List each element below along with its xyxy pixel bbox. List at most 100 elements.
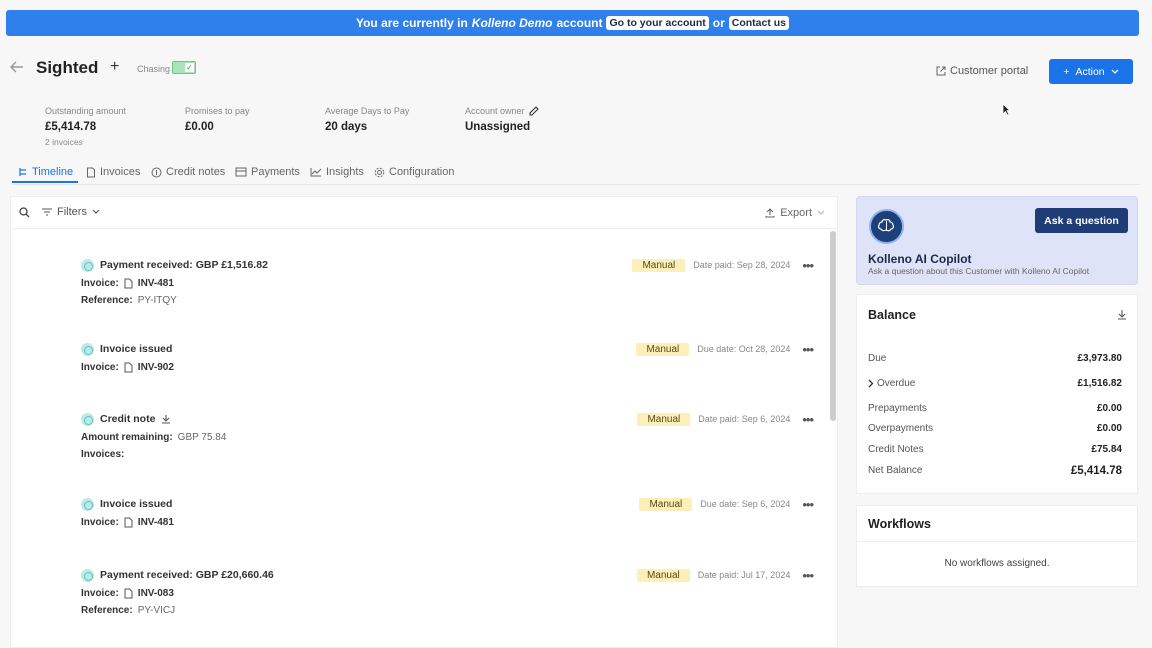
timeline-event: Credit note Manual Date paid: Sep 6, 202… (81, 411, 814, 461)
export-button[interactable]: Export (765, 207, 825, 219)
invoice-link[interactable]: INV-481 (138, 517, 174, 528)
tab-configuration[interactable]: Configuration (374, 162, 454, 182)
customer-portal-label: Customer portal (950, 65, 1029, 77)
event-row: Invoice: INV-902 (81, 361, 813, 374)
ask-question-button[interactable]: Ask a question (1035, 208, 1128, 233)
owner-stat: Account owner Unassigned (465, 106, 605, 133)
go-to-account-button[interactable]: Go to your account (606, 16, 709, 30)
more-options-icon[interactable]: ••• (802, 412, 814, 427)
avg-days-value: 20 days (325, 121, 368, 133)
invoice-link[interactable]: INV-083 (138, 588, 174, 599)
balance-label: Prepayments (868, 403, 927, 414)
filters-label: Filters (57, 206, 87, 218)
event-date: Date paid: Sep 28, 2024 (693, 260, 791, 270)
event-title: Payment received: GBP £20,660.46 (100, 569, 274, 581)
customer-name: Sighted (36, 58, 99, 77)
more-options-icon[interactable]: ••• (802, 568, 814, 583)
copilot-title: Kolleno AI Copilot (868, 252, 972, 266)
row-value: PY-VICJ (137, 605, 176, 616)
avg-days-stat: Average Days to Pay 20 days (325, 106, 465, 133)
banner-text-mid: account (556, 16, 603, 30)
row-key: Invoices: (81, 449, 125, 460)
workflows-empty: No workflows assigned. (944, 558, 1050, 569)
timeline-event: Invoice issued Manual Due date: Sep 6, 2… (81, 496, 814, 529)
ai-copilot-card: Ask a question Kolleno AI Copilot Ask a … (856, 196, 1138, 285)
promises-stat: Promises to pay £0.00 (185, 106, 325, 133)
invoice-issued-icon (81, 342, 94, 356)
more-options-icon[interactable]: ••• (802, 258, 814, 273)
event-date: Date paid: Sep 6, 2024 (698, 414, 791, 424)
chevron-down-icon (817, 210, 825, 216)
add-button[interactable]: + (110, 58, 119, 76)
row-key: Invoice: (81, 362, 119, 373)
balance-value: £75.84 (1091, 444, 1122, 455)
owner-value: Unassigned (465, 121, 531, 133)
timeline-event: Payment received: GBP £20,660.46 Manual … (81, 567, 814, 617)
balance-value: £0.00 (1096, 423, 1122, 434)
invoice-link[interactable]: INV-902 (138, 362, 174, 373)
outstanding-value: £5,414.78 (45, 121, 97, 133)
event-title: Payment received: GBP £1,516.82 (100, 259, 268, 271)
outstanding-label: Outstanding amount (45, 106, 127, 116)
workflows-card: Workflows No workflows assigned. (856, 505, 1138, 587)
tab-label: Invoices (100, 166, 141, 178)
row-key: Reference: (81, 605, 133, 616)
balance-row-overpayments: Overpayments £0.00 (868, 423, 1122, 434)
insights-icon (310, 167, 322, 177)
outstanding-sub: 2 invoices (45, 137, 83, 147)
timeline-scrollbar[interactable] (830, 231, 836, 421)
balance-label: Net Balance (868, 465, 923, 476)
download-icon[interactable] (1117, 309, 1127, 320)
tab-invoices[interactable]: Invoices (86, 162, 140, 182)
manual-badge: Manual (639, 497, 693, 511)
brain-icon (869, 209, 904, 244)
payment-icon (81, 258, 94, 272)
tab-timeline[interactable]: Timeline (18, 162, 73, 182)
event-row: Invoice: INV-481 (81, 277, 813, 290)
more-options-icon[interactable]: ••• (802, 342, 814, 357)
download-icon[interactable] (161, 414, 171, 424)
filters-button[interactable]: Filters (42, 206, 100, 218)
document-icon (124, 517, 133, 528)
invoice-link[interactable]: INV-481 (138, 278, 174, 289)
chasing-label: Chasing (137, 64, 171, 74)
event-title: Credit note (100, 413, 156, 425)
edit-icon[interactable] (528, 106, 539, 116)
balance-row-prepayments: Prepayments £0.00 (868, 403, 1122, 414)
balance-row-due: Due £3,973.80 (868, 353, 1122, 364)
demo-banner: You are currently in Kolleno Demo accoun… (6, 10, 1139, 36)
tab-payments[interactable]: Payments (235, 162, 300, 182)
banner-account-name: Kolleno Demo (471, 16, 553, 30)
chasing-toggle[interactable]: ✓ (172, 61, 196, 74)
customer-portal-link[interactable]: Customer portal (936, 65, 1028, 77)
promises-label: Promises to pay (185, 106, 250, 116)
balance-value: £5,414.78 (1070, 465, 1122, 477)
row-key: Reference: (81, 295, 133, 306)
balance-label: Overdue (877, 378, 916, 389)
balance-row-overdue[interactable]: Overdue £1,516.82 (868, 378, 1122, 389)
workflows-title: Workflows (868, 517, 931, 531)
upload-icon (765, 208, 775, 218)
tab-insights[interactable]: Insights (310, 162, 364, 182)
event-row: Reference: PY-ITQY (81, 294, 813, 307)
balance-row-net: Net Balance £5,414.78 (868, 465, 1122, 477)
invoice-issued-icon (81, 497, 94, 511)
timeline-panel: Filters Export Payment received: GBP £1,… (10, 196, 838, 648)
contact-us-button[interactable]: Contact us (728, 16, 790, 30)
balance-row-credit-notes: Credit Notes £75.84 (868, 444, 1122, 455)
external-link-icon (936, 66, 946, 76)
tab-credit-notes[interactable]: Credit notes (151, 162, 225, 182)
event-date: Due date: Oct 28, 2024 (697, 344, 791, 354)
event-row: Reference: PY-VICJ (81, 604, 813, 617)
row-value: PY-ITQY (137, 295, 177, 306)
outstanding-stat: Outstanding amount £5,414.78 2 invoices (45, 106, 185, 147)
manual-badge: Manual (632, 258, 686, 272)
back-arrow-icon[interactable] (10, 61, 24, 73)
export-label: Export (780, 207, 812, 219)
more-options-icon[interactable]: ••• (802, 497, 814, 512)
action-button[interactable]: + Action (1049, 59, 1133, 84)
search-icon[interactable] (19, 206, 30, 218)
chevron-down-icon (1111, 69, 1119, 75)
row-key: Invoice: (81, 517, 119, 528)
row-key: Invoice: (81, 588, 119, 599)
